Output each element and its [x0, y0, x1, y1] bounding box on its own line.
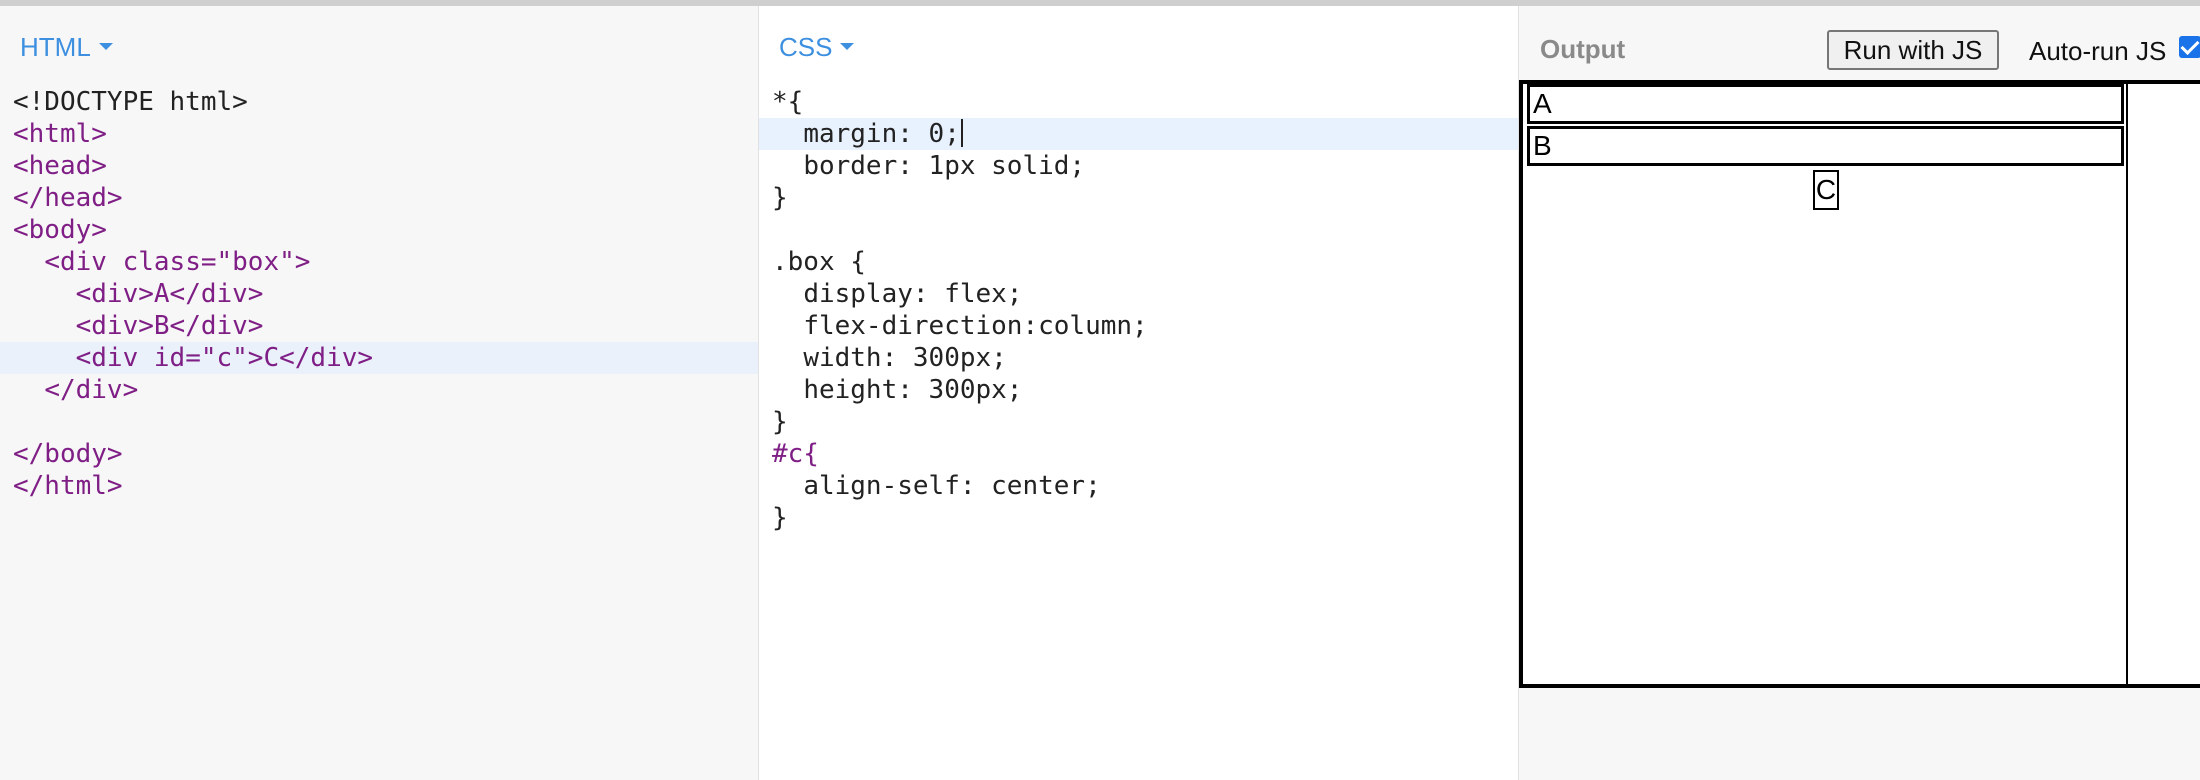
code-text: border: 1px solid;: [803, 151, 1086, 181]
code-text: <div id="c">C</div>: [75, 343, 374, 373]
code-line: flex-direction:column;: [759, 310, 1518, 342]
caret-down-icon: [840, 42, 855, 50]
html-panel-title: HTML: [20, 32, 91, 62]
code-line: .box {: [759, 246, 1518, 278]
html-panel-dropdown[interactable]: HTML: [20, 32, 113, 63]
code-text: display: flex;: [803, 279, 1023, 309]
output-title: Output: [1540, 34, 1626, 64]
code-line-active: margin: 0;: [759, 118, 1518, 150]
css-panel-dropdown[interactable]: CSS: [779, 32, 855, 63]
demo-item-b: B: [1527, 126, 2124, 166]
code-text: <div class="box">: [44, 247, 311, 277]
text-cursor: [960, 118, 963, 147]
code-line: <div>B</div>: [0, 310, 758, 342]
code-line: <!DOCTYPE html>: [0, 86, 758, 118]
code-line: }: [759, 406, 1518, 438]
css-editor-panel: CSS *{ margin: 0; border: 1px solid; } .…: [759, 6, 1519, 780]
code-text: #c{: [772, 439, 819, 469]
code-line: height: 300px;: [759, 374, 1518, 406]
code-line: <div>A</div>: [0, 278, 758, 310]
code-line: display: flex;: [759, 278, 1518, 310]
code-text: </head>: [13, 183, 123, 213]
css-code-editor[interactable]: *{ margin: 0; border: 1px solid; } .box …: [759, 86, 1518, 534]
code-text: width: 300px;: [803, 343, 1007, 373]
code-text: <head>: [13, 151, 107, 181]
code-line: *{: [759, 86, 1518, 118]
code-line: <head>: [0, 150, 758, 182]
code-line: <div class="box">: [0, 246, 758, 278]
css-panel-title: CSS: [779, 32, 833, 62]
autorun-label: Auto-run JS: [2029, 36, 2167, 66]
demo-item-c: C: [1813, 170, 1839, 210]
code-line: </div>: [0, 374, 758, 406]
code-text: </html>: [13, 471, 123, 501]
code-text: <div>B</div>: [75, 311, 264, 341]
code-line-active: <div id="c">C</div>: [0, 342, 758, 374]
code-line: }: [759, 182, 1518, 214]
html-editor-panel: HTML <!DOCTYPE html> <html> <head> </hea…: [0, 6, 759, 780]
autorun-checkbox[interactable]: [2179, 36, 2200, 58]
code-line: </html>: [0, 470, 758, 502]
code-text: <div>A</div>: [75, 279, 264, 309]
css-panel-header: CSS: [759, 24, 1518, 64]
code-line: <html>: [0, 118, 758, 150]
code-text: <html>: [13, 119, 107, 149]
demo-flex-box: A B C: [1523, 84, 2128, 688]
code-text: flex-direction:column;: [803, 311, 1148, 341]
code-line: </head>: [0, 182, 758, 214]
code-line: #c{: [759, 438, 1518, 470]
code-text: }: [772, 183, 788, 213]
code-line: align-self: center;: [759, 470, 1518, 502]
html-panel-header: HTML: [0, 24, 758, 64]
code-text: }: [772, 407, 788, 437]
demo-item-a: A: [1527, 84, 2124, 124]
code-line: border: 1px solid;: [759, 150, 1518, 182]
code-text: <body>: [13, 215, 107, 245]
code-text: *{: [772, 87, 804, 117]
html-code-editor[interactable]: <!DOCTYPE html> <html> <head> </head> <b…: [0, 86, 758, 502]
code-text: margin: 0;: [803, 119, 960, 149]
run-with-js-button[interactable]: Run with JS: [1827, 30, 1999, 70]
code-text: height: 300px;: [803, 375, 1023, 405]
caret-down-icon: [98, 42, 113, 50]
code-line: </body>: [0, 438, 758, 470]
code-text: .box {: [772, 247, 866, 277]
code-line: }: [759, 502, 1518, 534]
code-text: align-self: center;: [803, 471, 1101, 501]
code-text: </body>: [13, 439, 123, 469]
output-frame: A B C: [1519, 80, 2200, 688]
code-text: </div>: [44, 375, 139, 405]
code-text: }: [772, 503, 788, 533]
code-text: <!DOCTYPE html>: [13, 87, 248, 117]
code-line: width: 300px;: [759, 342, 1518, 374]
code-line: <body>: [0, 214, 758, 246]
